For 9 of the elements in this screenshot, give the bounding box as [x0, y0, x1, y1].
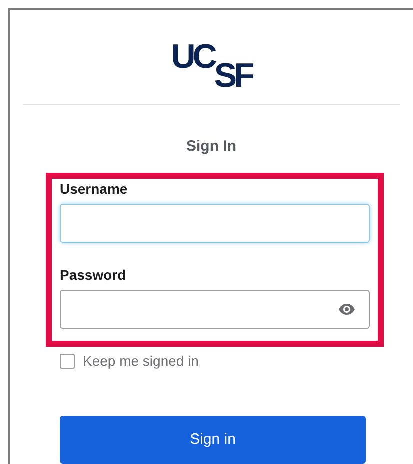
keep-signed-in-label: Keep me signed in — [83, 352, 199, 371]
password-field[interactable] — [60, 290, 370, 329]
eye-icon[interactable] — [339, 304, 355, 315]
field-label: Username — [60, 180, 129, 197]
username-field[interactable] — [60, 204, 370, 243]
sign-in-heading: Sign In — [186, 137, 236, 158]
sign-in-button[interactable]: Sign in — [60, 416, 366, 464]
keep-signed-in-checkbox[interactable] — [60, 354, 75, 369]
field-label: Password — [60, 266, 128, 283]
